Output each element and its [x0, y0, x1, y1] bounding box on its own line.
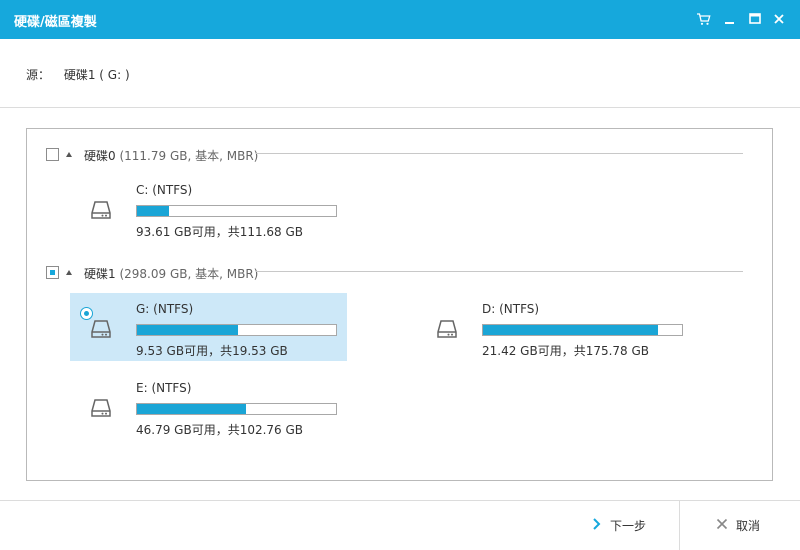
- partition-name: G: (NTFS): [136, 302, 194, 316]
- partition-name: E: (NTFS): [136, 381, 192, 395]
- partition-name: D: (NTFS): [482, 302, 540, 316]
- disk-1-collapse-icon[interactable]: [66, 270, 72, 275]
- source-value: 硬碟1 ( G: ): [63, 68, 130, 82]
- hard-drive-icon: [90, 318, 112, 340]
- disk-0-collapse-icon[interactable]: [66, 152, 72, 157]
- title-bar: 硬碟/磁區複製: [0, 0, 800, 39]
- close-x-icon: [716, 518, 728, 533]
- usage-bar: [136, 403, 337, 415]
- disk-1-title: 硬碟1 (298.09 GB, 基本, MBR): [84, 265, 258, 282]
- usage-bar: [482, 324, 683, 336]
- disk-1-name: 硬碟1: [84, 267, 116, 281]
- partition-free-space: 93.61 GB可用，共111.68 GB: [136, 225, 304, 239]
- partition-g[interactable]: G: (NTFS) 9.53 GB可用，共19.53 GB: [70, 293, 347, 361]
- partition-name: C: (NTFS): [136, 183, 193, 197]
- cart-icon[interactable]: [696, 11, 712, 27]
- partition-d[interactable]: D: (NTFS) 21.42 GB可用，共175.78 GB: [416, 293, 693, 361]
- partition-e[interactable]: E: (NTFS) 46.79 GB可用，共102.76 GB: [70, 372, 347, 440]
- cancel-button-label: 取消: [736, 518, 761, 533]
- footer-button-divider: [679, 501, 680, 550]
- cancel-button[interactable]: 取消: [716, 513, 760, 537]
- hard-drive-icon: [90, 199, 112, 221]
- divider: [0, 107, 800, 108]
- footer-divider: [0, 500, 800, 501]
- usage-fill: [137, 404, 247, 414]
- usage-fill: [137, 206, 169, 216]
- partition-c[interactable]: C: (NTFS) 93.61 GB可用，共111.68 GB: [70, 174, 347, 242]
- hard-drive-icon: [436, 318, 458, 340]
- partition-free-space: 21.42 GB可用，共175.78 GB: [482, 344, 650, 358]
- disk-0-checkbox[interactable]: [46, 148, 59, 161]
- next-button[interactable]: 下一步: [592, 513, 646, 537]
- disk-1-checkbox[interactable]: [46, 266, 59, 279]
- usage-fill: [137, 325, 239, 335]
- usage-fill: [483, 325, 659, 335]
- source-row: 源： 硬碟1 ( G: ): [26, 66, 130, 83]
- usage-bar: [136, 205, 337, 217]
- disk-1-detail: (298.09 GB, 基本, MBR): [119, 267, 259, 281]
- disk-0-rule: [256, 153, 743, 154]
- partition-free-space: 46.79 GB可用，共102.76 GB: [136, 423, 304, 437]
- disk-1-rule: [256, 271, 743, 272]
- chevron-right-icon: [592, 517, 602, 533]
- disk-0-detail: (111.79 GB, 基本, MBR): [119, 149, 259, 163]
- next-button-label: 下一步: [610, 518, 647, 533]
- disk-list-panel: 硬碟0 (111.79 GB, 基本, MBR) C: (NTFS) 93.61…: [26, 128, 773, 481]
- disk-0-name: 硬碟0: [84, 149, 116, 163]
- source-label: 源：: [26, 68, 51, 82]
- usage-bar: [136, 324, 337, 336]
- minimize-icon[interactable]: [722, 11, 738, 27]
- window-title: 硬碟/磁區複製: [14, 15, 97, 30]
- partition-free-space: 9.53 GB可用，共19.53 GB: [136, 344, 288, 358]
- maximize-icon[interactable]: [747, 11, 763, 27]
- disk-0-title: 硬碟0 (111.79 GB, 基本, MBR): [84, 147, 258, 164]
- hard-drive-icon: [90, 397, 112, 419]
- close-icon[interactable]: [771, 11, 787, 27]
